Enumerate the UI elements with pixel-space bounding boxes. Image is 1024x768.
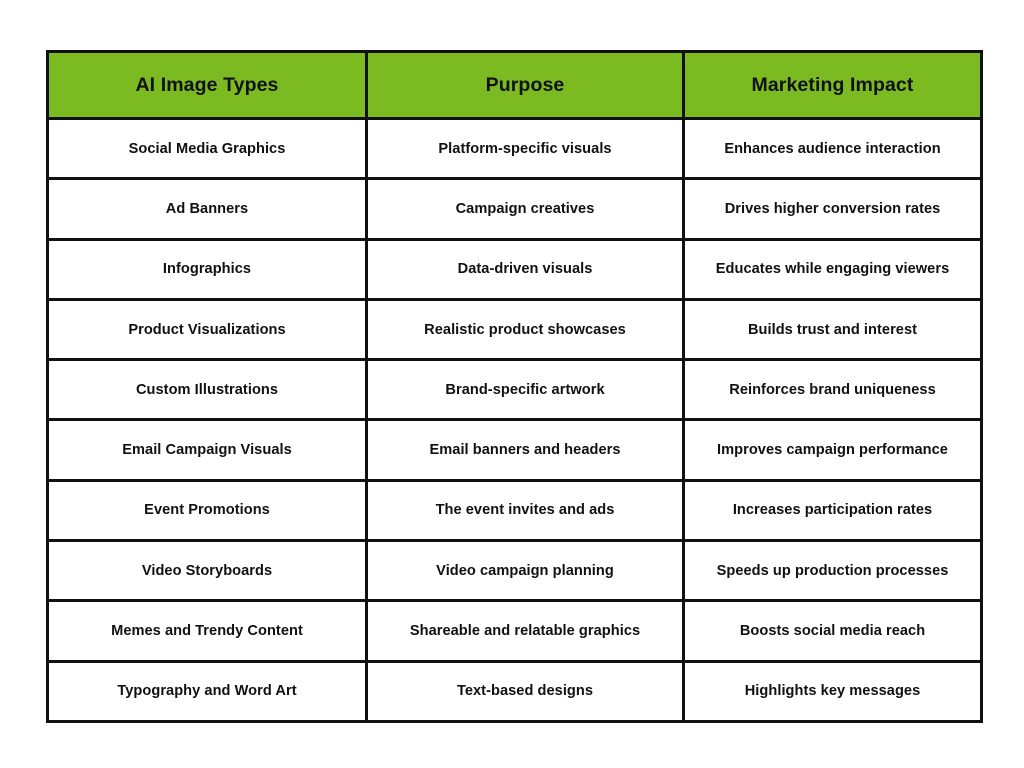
- table-row: Product Visualizations Realistic product …: [46, 297, 983, 362]
- cell-ai-image-type: Memes and Trendy Content: [46, 599, 368, 663]
- column-header-purpose: Purpose: [365, 50, 685, 120]
- cell-ai-image-type: Custom Illustrations: [46, 358, 368, 422]
- cell-purpose: The event invites and ads: [365, 478, 685, 543]
- table-row: Video Storyboards Video campaign planning…: [46, 539, 983, 603]
- cell-ai-image-type: Social Media Graphics: [46, 116, 368, 181]
- cell-marketing-impact: Highlights key messages: [682, 659, 983, 723]
- cell-purpose: Email banners and headers: [365, 418, 685, 482]
- table-row: Custom Illustrations Brand-specific artwo…: [46, 358, 983, 422]
- cell-marketing-impact: Reinforces brand uniqueness: [682, 358, 983, 422]
- cell-marketing-impact: Increases participation rates: [682, 478, 983, 543]
- cell-ai-image-type: Infographics: [46, 237, 368, 301]
- cell-purpose: Shareable and relatable graphics: [365, 599, 685, 663]
- table-header: AI Image Types Purpose Marketing Impact: [46, 50, 983, 120]
- table-container: AI Image Types Purpose Marketing Impact …: [46, 50, 983, 723]
- cell-purpose: Platform-specific visuals: [365, 116, 685, 181]
- cell-marketing-impact: Educates while engaging viewers: [682, 237, 983, 301]
- table-row: Typography and Word Art Text-based design…: [46, 659, 983, 723]
- cell-ai-image-type: Video Storyboards: [46, 539, 368, 603]
- cell-marketing-impact: Builds trust and interest: [682, 297, 983, 362]
- column-header-marketing-impact: Marketing Impact: [682, 50, 983, 120]
- cell-ai-image-type: Typography and Word Art: [46, 659, 368, 723]
- cell-marketing-impact: Drives higher conversion rates: [682, 177, 983, 241]
- table-row: Event Promotions The event invites and ad…: [46, 478, 983, 543]
- table-row: Social Media Graphics Platform-specific v…: [46, 116, 983, 181]
- table-row: Ad Banners Campaign creatives Drives highe…: [46, 177, 983, 241]
- table-row: Email Campaign Visuals Email banners and …: [46, 418, 983, 482]
- ai-image-types-table: AI Image Types Purpose Marketing Impact …: [46, 50, 983, 723]
- cell-purpose: Text-based designs: [365, 659, 685, 723]
- table-row: Memes and Trendy Content Shareable and re…: [46, 599, 983, 663]
- cell-purpose: Campaign creatives: [365, 177, 685, 241]
- cell-marketing-impact: Improves campaign performance: [682, 418, 983, 482]
- table-row: Infographics Data-driven visuals Educates …: [46, 237, 983, 301]
- cell-ai-image-type: Event Promotions: [46, 478, 368, 543]
- page-root: AI Image Types Purpose Marketing Impact …: [0, 0, 1024, 768]
- column-header-ai-image-types: AI Image Types: [46, 50, 368, 120]
- cell-marketing-impact: Enhances audience interaction: [682, 116, 983, 181]
- cell-marketing-impact: Boosts social media reach: [682, 599, 983, 663]
- cell-ai-image-type: Product Visualizations: [46, 297, 368, 362]
- cell-marketing-impact: Speeds up production processes: [682, 539, 983, 603]
- cell-purpose: Brand-specific artwork: [365, 358, 685, 422]
- cell-purpose: Data-driven visuals: [365, 237, 685, 301]
- cell-purpose: Video campaign planning: [365, 539, 685, 603]
- table-body: Social Media Graphics Platform-specific v…: [46, 116, 983, 723]
- cell-ai-image-type: Email Campaign Visuals: [46, 418, 368, 482]
- cell-purpose: Realistic product showcases: [365, 297, 685, 362]
- header-row: AI Image Types Purpose Marketing Impact: [46, 50, 983, 120]
- cell-ai-image-type: Ad Banners: [46, 177, 368, 241]
